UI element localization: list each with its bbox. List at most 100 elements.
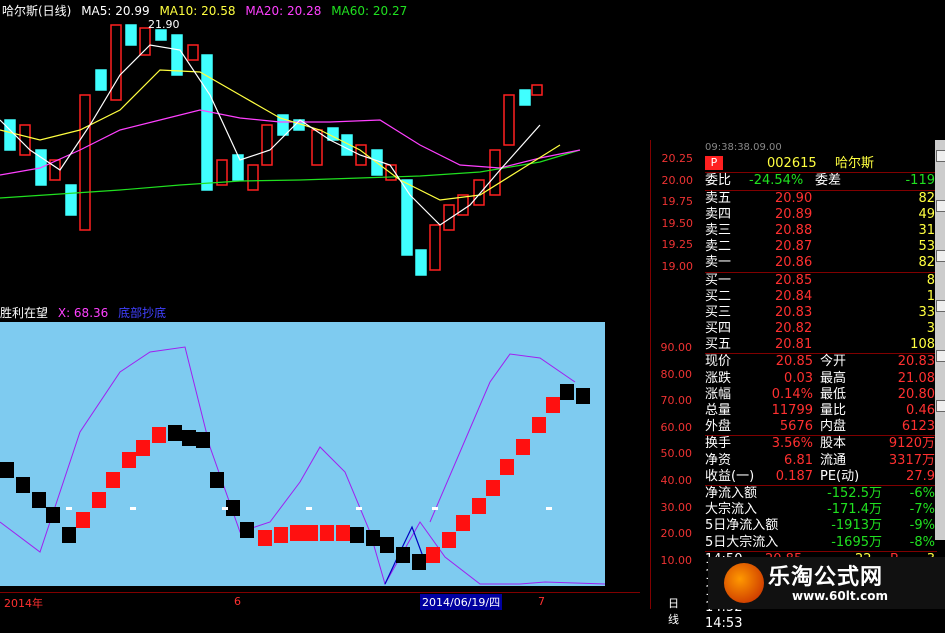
fund-value: 27.9	[906, 468, 935, 484]
oscillator-dash	[222, 507, 228, 510]
oscillator-box	[152, 427, 166, 443]
stats-value: 0.46	[906, 403, 935, 418]
oscillator-box	[366, 530, 380, 546]
flow-percent: -9%	[909, 518, 935, 534]
oscillator-box	[576, 388, 590, 404]
oscillator-box	[442, 532, 456, 548]
price-axis: 20.25 20.00 19.75 19.50 19.25 19.00	[650, 140, 706, 274]
oscillator-purple-line	[0, 346, 605, 586]
candle	[519, 89, 531, 106]
timeline-month: 6	[234, 595, 241, 608]
oscillator-box	[210, 472, 224, 488]
oscillator-box	[396, 547, 410, 563]
buy-volume: 3	[926, 321, 935, 337]
stats-label: 最低	[820, 386, 847, 402]
osc-tick-label: 40.00	[660, 474, 693, 487]
osc-tick-label: 80.00	[660, 367, 693, 381]
oscillator-box	[182, 430, 196, 446]
weibi-value: -24.54%	[749, 173, 804, 189]
flow-value: -1913万	[831, 518, 882, 534]
buy-price: 20.83	[775, 304, 813, 320]
price-tick-label: 19.25	[661, 238, 694, 251]
stats-row: 涨幅 0.14% 最低 20.80	[705, 387, 937, 403]
candlestick-chart[interactable]: 21.90	[0, 0, 600, 300]
weibi-label: 委比	[705, 173, 732, 189]
oscillator-box	[122, 452, 136, 468]
p-badge: P	[705, 156, 723, 171]
flow-value: -171.4万	[827, 502, 882, 518]
fund-row: 净资 6.81 流通 3317万	[705, 453, 937, 469]
stats-label: 内盘	[820, 419, 847, 435]
side-scrollbar[interactable]	[935, 140, 945, 540]
candle	[311, 129, 323, 166]
tick-row: 14:53	[705, 616, 937, 632]
sell-label: 卖三	[705, 222, 732, 238]
oscillator-dash	[66, 507, 72, 510]
buy-row: 买一 20.85 8	[705, 273, 937, 289]
candle	[187, 44, 199, 61]
sell-volume: 53	[918, 239, 935, 255]
oscillator-box	[350, 527, 364, 543]
stats-row: 总量 11799 量比 0.46	[705, 403, 937, 419]
oscillator-box	[486, 480, 500, 496]
oscillator-box	[546, 397, 560, 413]
scroll-button[interactable]	[936, 350, 945, 362]
flow-value: -1695万	[831, 534, 882, 550]
buy-label: 买一	[705, 272, 732, 288]
scroll-button[interactable]	[936, 300, 945, 312]
stats-label: 最高	[820, 370, 847, 386]
oscillator-box	[258, 530, 272, 546]
price-tick-label: 19.00	[661, 259, 694, 273]
scroll-button[interactable]	[936, 250, 945, 262]
oscillator-dash	[432, 507, 438, 510]
buy-volume: 33	[918, 304, 935, 320]
buy-price: 20.85	[775, 272, 813, 288]
oscillator-dash	[130, 507, 136, 510]
scroll-button[interactable]	[936, 150, 945, 162]
sell-label: 卖四	[705, 206, 732, 222]
fund-value: 3.56%	[771, 436, 813, 452]
oscillator-box	[106, 472, 120, 488]
candle	[232, 154, 244, 181]
logo-url: www.60lt.com	[792, 589, 889, 603]
stats-value: 6123	[901, 419, 935, 435]
ma5-label: MA5: 20.99	[81, 4, 150, 18]
osc-tick-label: 20.00	[660, 527, 693, 541]
ma60-line	[0, 149, 581, 199]
fund-label: PE(动)	[820, 468, 860, 484]
indicator-tag: 底部抄底	[118, 306, 167, 320]
sell-price: 20.86	[775, 255, 813, 271]
scroll-button[interactable]	[936, 200, 945, 212]
ma20-line	[0, 109, 581, 176]
stats-value: 21.08	[897, 370, 935, 386]
sell-volume: 82	[918, 255, 935, 271]
fund-label: 股本	[820, 436, 847, 452]
stats-value: 0.14%	[771, 386, 813, 402]
oscillator-box	[516, 439, 530, 455]
axis-divider	[650, 140, 651, 609]
oscillator-box	[456, 515, 470, 531]
sell-row: 卖四 20.89 49	[705, 207, 937, 223]
fund-value: 0.187	[775, 468, 813, 484]
flow-percent: -8%	[909, 534, 935, 550]
candle	[65, 184, 77, 216]
stats-label: 涨幅	[705, 386, 732, 402]
osc-tick-label: 90.00	[660, 341, 693, 354]
stock-code: 002615	[767, 156, 817, 172]
fund-label: 收益(一)	[705, 468, 755, 484]
stats-label: 总量	[705, 403, 732, 418]
fund-label: 流通	[820, 452, 847, 468]
candle	[95, 69, 107, 91]
flow-label: 5日大宗流入	[705, 534, 779, 550]
candle	[171, 34, 183, 76]
candle	[110, 24, 122, 101]
scroll-button[interactable]	[936, 400, 945, 412]
flow-label: 5日净流入额	[705, 518, 779, 534]
sell-price: 20.90	[775, 190, 813, 206]
period-label[interactable]: 日线	[668, 595, 679, 627]
oscillator-box	[136, 440, 150, 456]
oscillator-box	[0, 462, 14, 478]
timeline-bar: 2014年 6 2014/06/19/四 7 日线	[0, 592, 679, 626]
oscillator-box	[168, 425, 182, 441]
fund-row: 收益(一) 0.187 PE(动) 27.9	[705, 469, 937, 485]
